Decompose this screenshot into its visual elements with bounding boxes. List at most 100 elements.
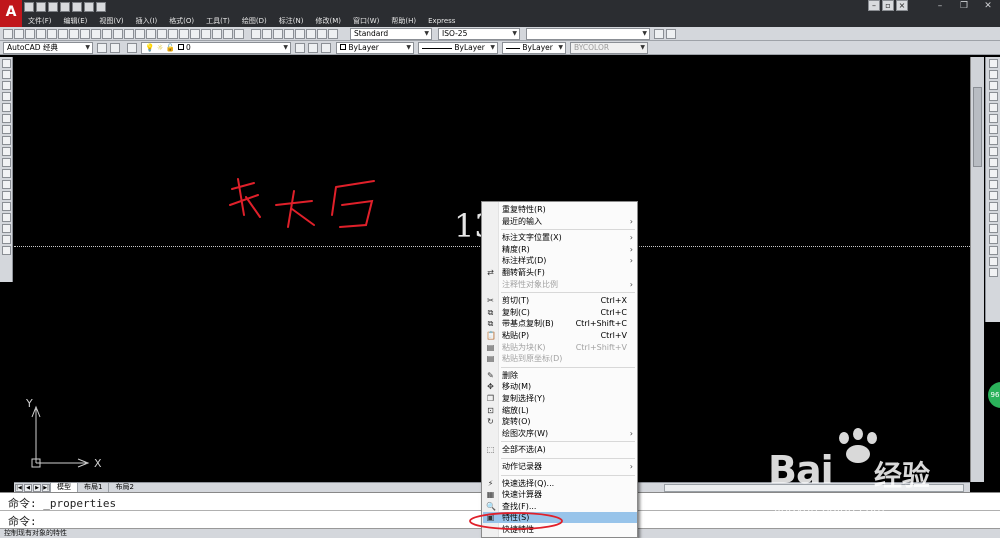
draw-tool-icon[interactable] <box>2 180 11 189</box>
context-menu-item[interactable]: ✂ 剪切(T) Ctrl+X <box>483 295 637 306</box>
menu-item[interactable]: 帮助(H) <box>385 15 422 27</box>
tab-layout1[interactable]: 布局1 <box>77 483 108 492</box>
context-menu-item[interactable]: 动作记录器 › <box>483 461 637 472</box>
scroll-thumb[interactable] <box>973 87 982 167</box>
modify-tool-icon[interactable] <box>989 169 998 178</box>
modify-tool-icon[interactable] <box>989 81 998 90</box>
saveas-icon[interactable] <box>60 2 70 12</box>
undo-icon[interactable] <box>84 2 94 12</box>
modify-tool-icon[interactable] <box>989 268 998 277</box>
tab-model[interactable]: 模型 <box>50 483 77 492</box>
context-menu-item[interactable]: ⚡ 快速选择(Q)... <box>483 478 637 489</box>
tab-layout2[interactable]: 布局2 <box>108 483 139 492</box>
menu-item[interactable]: 编辑(E) <box>58 15 94 27</box>
modify-tool-icon[interactable] <box>989 136 998 145</box>
toolbar-tool-icon[interactable] <box>212 29 222 39</box>
last-tab-icon[interactable]: ▶| <box>42 483 50 492</box>
modify-tool-icon[interactable] <box>989 257 998 266</box>
layer-combo[interactable]: 💡 ☼ 🔓 0 ▼ <box>141 42 291 54</box>
context-menu-item[interactable]: 标注文字位置(X) › <box>483 232 637 243</box>
minimize-icon[interactable]: – <box>928 0 952 12</box>
open-icon[interactable] <box>36 2 46 12</box>
toolbar-tool-icon[interactable] <box>328 29 338 39</box>
restore-icon[interactable]: ❐ <box>952 0 976 12</box>
toolbar-tool-icon[interactable] <box>135 29 145 39</box>
draw-tool-icon[interactable] <box>2 158 11 167</box>
redo-icon[interactable] <box>96 2 106 12</box>
context-menu-item[interactable]: 重复特性(R) <box>483 204 637 215</box>
context-menu-item[interactable]: ▦ 快速计算器 <box>483 489 637 500</box>
draw-tool-icon[interactable] <box>2 70 11 79</box>
layer-previous-icon[interactable] <box>308 43 318 53</box>
context-menu-item[interactable]: 📋 粘贴(P) Ctrl+V <box>483 330 637 341</box>
modify-tool-icon[interactable] <box>989 125 998 134</box>
draw-tool-icon[interactable] <box>2 136 11 145</box>
toolbar-tool-icon[interactable] <box>157 29 167 39</box>
menu-item[interactable]: Express <box>422 15 461 27</box>
toolbar-tool-icon[interactable] <box>223 29 233 39</box>
annotation-scale-icon[interactable] <box>654 29 664 39</box>
toolbar-tool-icon[interactable] <box>146 29 156 39</box>
context-menu-item[interactable]: ✥ 移动(M) <box>483 381 637 392</box>
toolbar-tool-icon[interactable] <box>306 29 316 39</box>
doc-minimize-icon[interactable]: – <box>868 0 880 11</box>
toolbar-tool-icon[interactable] <box>58 29 68 39</box>
context-menu-item[interactable]: ❐ 复制选择(Y) <box>483 393 637 404</box>
text-style-combo[interactable]: Standard ▼ <box>350 28 432 40</box>
context-menu-item[interactable]: 标注样式(D) › <box>483 255 637 266</box>
make-current-layer-icon[interactable] <box>295 43 305 53</box>
toolbar-tool-icon[interactable] <box>234 29 244 39</box>
modify-tool-icon[interactable] <box>989 213 998 222</box>
menu-item[interactable]: 视图(V) <box>93 15 129 27</box>
new-icon[interactable] <box>24 2 34 12</box>
modify-tool-icon[interactable] <box>989 235 998 244</box>
modify-tool-icon[interactable] <box>989 180 998 189</box>
vertical-scrollbar[interactable] <box>970 57 984 482</box>
menu-item[interactable]: 格式(O) <box>163 15 200 27</box>
menu-item[interactable]: 插入(I) <box>130 15 164 27</box>
modify-tool-icon[interactable] <box>989 103 998 112</box>
draw-tool-icon[interactable] <box>2 103 11 112</box>
context-menu-item[interactable]: 最近的输入 › <box>483 216 637 227</box>
dim-style-combo[interactable]: ISO-25 ▼ <box>438 28 520 40</box>
toolbar-tool-icon[interactable] <box>102 29 112 39</box>
toolbar-tool-icon[interactable] <box>168 29 178 39</box>
draw-tool-icon[interactable] <box>2 213 11 222</box>
modify-tool-icon[interactable] <box>989 92 998 101</box>
context-menu-item[interactable]: 绘图次序(W) › <box>483 428 637 439</box>
toolbar-tool-icon[interactable] <box>201 29 211 39</box>
draw-tool-icon[interactable] <box>2 202 11 211</box>
layer-manager-icon[interactable] <box>127 43 137 53</box>
next-tab-icon[interactable]: ▶ <box>33 483 41 492</box>
close-icon[interactable]: ✕ <box>976 0 1000 12</box>
draw-tool-icon[interactable] <box>2 59 11 68</box>
toolbar-tool-icon[interactable] <box>14 29 24 39</box>
draw-tool-icon[interactable] <box>2 246 11 255</box>
color-combo[interactable]: ByLayer ▼ <box>336 42 414 54</box>
toolbar-tool-icon[interactable] <box>295 29 305 39</box>
lineweight-combo[interactable]: ByLayer ▼ <box>502 42 566 54</box>
draw-tool-icon[interactable] <box>2 125 11 134</box>
draw-tool-icon[interactable] <box>2 224 11 233</box>
workspace-combo[interactable]: AutoCAD 经典 ▼ <box>3 42 93 54</box>
menu-item[interactable]: 标注(N) <box>273 15 310 27</box>
toolbar-tool-icon[interactable] <box>317 29 327 39</box>
context-menu-item[interactable]: ⬚ 全部不选(A) <box>483 444 637 455</box>
toolbar-tool-icon[interactable] <box>36 29 46 39</box>
context-menu-item[interactable]: ⊡ 缩放(L) <box>483 405 637 416</box>
menu-item[interactable]: 修改(M) <box>309 15 347 27</box>
layer-state-icon[interactable] <box>321 43 331 53</box>
context-menu-item[interactable]: 精度(R) › <box>483 244 637 255</box>
save-icon[interactable] <box>48 2 58 12</box>
toolbar-tool-icon[interactable] <box>273 29 283 39</box>
toolbar-tool-icon[interactable] <box>124 29 134 39</box>
toolbar-tool-icon[interactable] <box>262 29 272 39</box>
draw-tool-icon[interactable] <box>2 92 11 101</box>
menu-item[interactable]: 文件(F) <box>22 15 58 27</box>
draw-tool-icon[interactable] <box>2 191 11 200</box>
context-menu-item[interactable]: ⧉ 复制(C) Ctrl+C <box>483 307 637 318</box>
draw-tool-icon[interactable] <box>2 114 11 123</box>
context-menu-item[interactable]: ⇄ 翻转箭头(F) <box>483 267 637 278</box>
draw-tool-icon[interactable] <box>2 81 11 90</box>
modify-tool-icon[interactable] <box>989 114 998 123</box>
